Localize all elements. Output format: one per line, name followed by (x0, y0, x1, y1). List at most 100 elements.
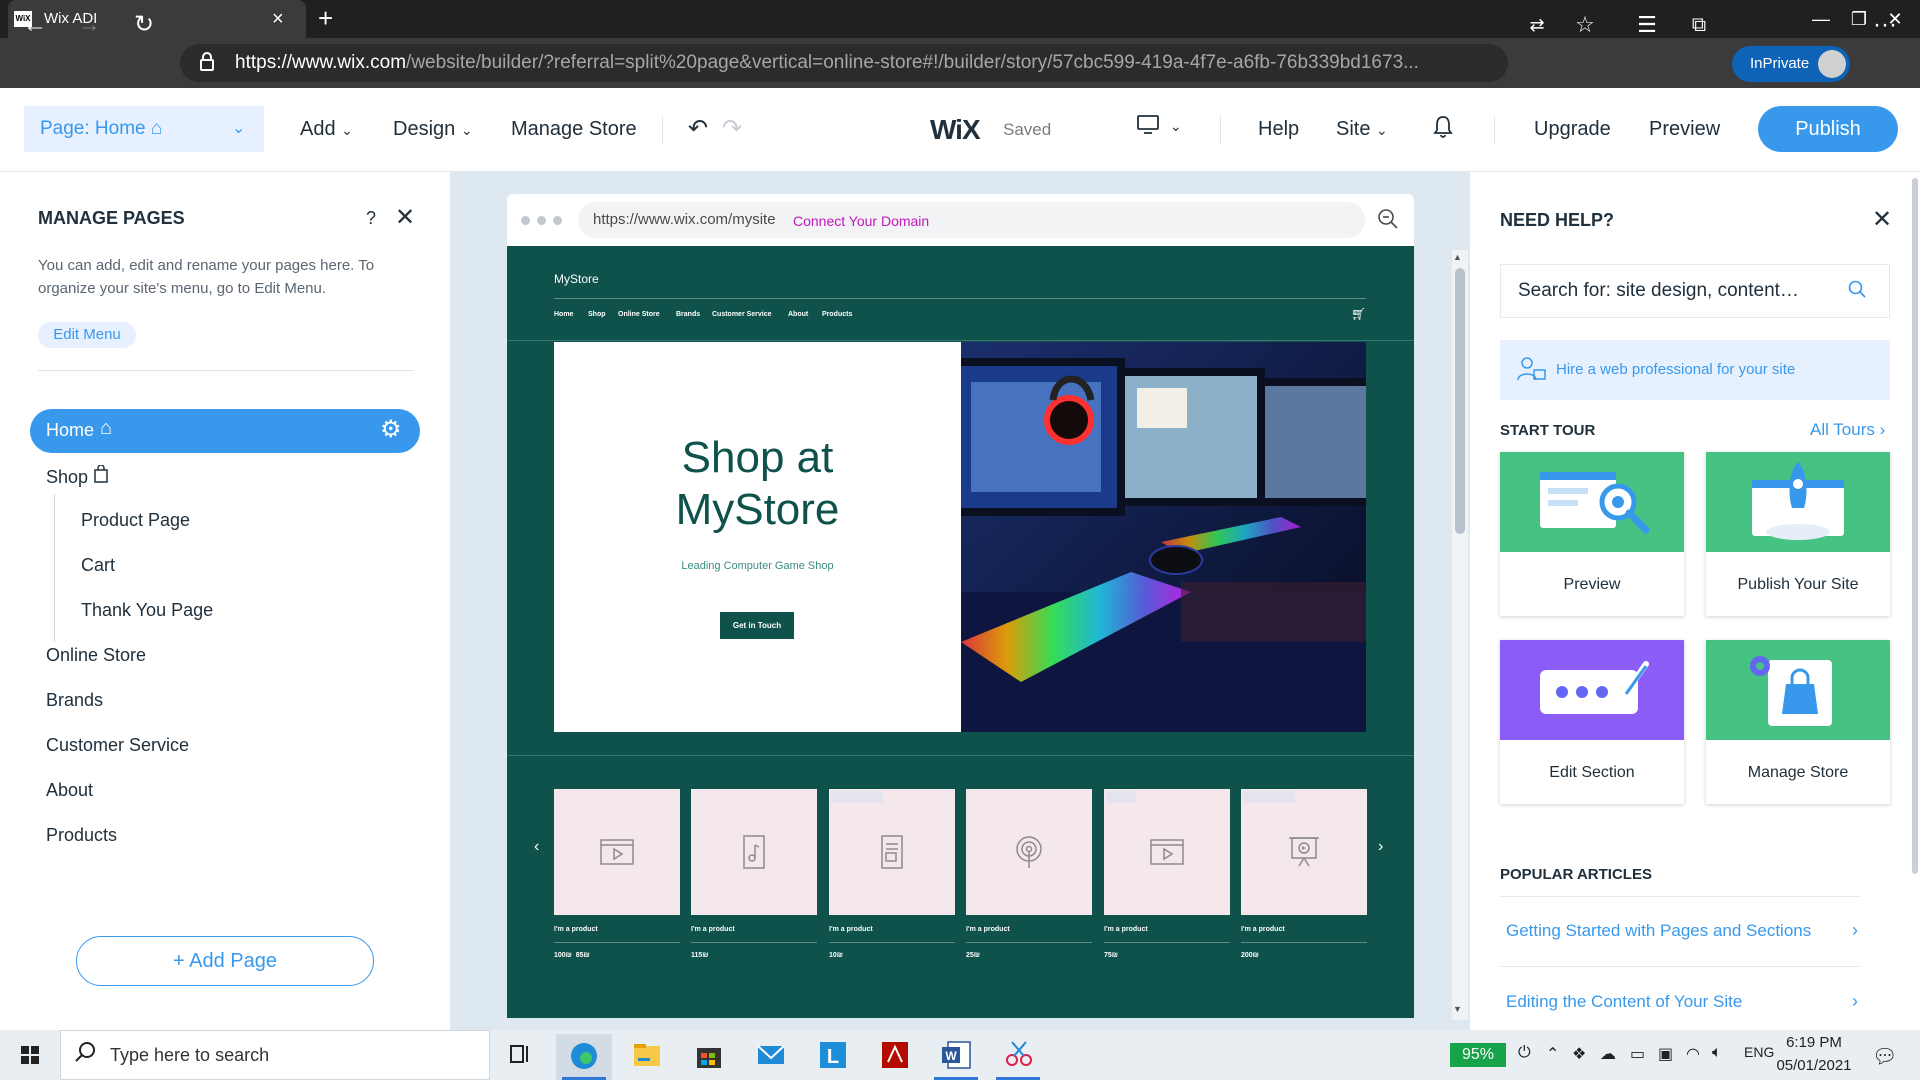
page-item-brands[interactable]: Brands (46, 690, 103, 711)
tour-card-edit-section[interactable]: Edit Section (1500, 640, 1684, 804)
scroll-up-arrow-icon[interactable]: ▲ (1453, 252, 1462, 262)
clock-time[interactable]: 6:19 PM (1774, 1034, 1854, 1051)
hero-subtitle[interactable]: Leading Computer Game Shop (554, 560, 961, 572)
onedrive-cloud-icon[interactable]: ☁ (1600, 1044, 1616, 1064)
get-in-touch-button[interactable]: Get in Touch (720, 612, 794, 639)
favorites-list-icon[interactable]: ☰ (1630, 8, 1664, 42)
page-item-shop[interactable]: Shop (46, 464, 109, 488)
battery-percentage[interactable]: 95% (1450, 1043, 1506, 1067)
site-nav-customer-service[interactable]: Customer Service (712, 311, 772, 318)
tour-card-manage-store[interactable]: Manage Store (1706, 640, 1890, 804)
power-plug-icon[interactable]: ⏻ (1518, 1044, 1531, 1062)
windows-start-icon[interactable] (0, 1030, 60, 1080)
help-search-input[interactable] (1518, 280, 1838, 302)
refresh-icon[interactable]: ↻ (127, 8, 161, 42)
task-view-icon[interactable] (492, 1034, 548, 1080)
favorite-star-icon[interactable]: ☆ (1568, 8, 1602, 42)
site-nav-brands[interactable]: Brands (676, 311, 700, 318)
design-menu[interactable]: Design ⌄ (393, 118, 473, 141)
site-nav-products[interactable]: Products (822, 311, 852, 318)
preview-button[interactable]: Preview (1649, 118, 1720, 141)
action-center-icon[interactable]: 💬︎ (1872, 1044, 1897, 1069)
show-hidden-icons-chevron[interactable]: ⌃ (1546, 1044, 1559, 1064)
search-icon[interactable] (1848, 280, 1866, 303)
dropbox-icon[interactable]: ❖ (1572, 1044, 1586, 1064)
edge-browser-icon[interactable] (556, 1034, 612, 1080)
page-item-product-page[interactable]: Product Page (81, 510, 190, 531)
product-name[interactable]: I'm a product (1104, 926, 1148, 933)
wifi-icon[interactable]: ◠ (1686, 1044, 1700, 1064)
page-item-about[interactable]: About (46, 780, 93, 801)
desktop-view-icon[interactable] (1136, 114, 1160, 142)
translate-icon[interactable]: ⇄ (1520, 8, 1554, 42)
new-tab-icon[interactable]: + (318, 4, 333, 32)
help-menu[interactable]: Help (1258, 118, 1299, 141)
clock-date[interactable]: 05/01/2021 (1764, 1057, 1864, 1074)
close-icon[interactable]: ✕ (1872, 205, 1892, 234)
chevron-down-icon[interactable]: ⌄ (232, 106, 245, 152)
cart-icon[interactable]: 🛒︎ (1351, 307, 1366, 321)
connect-domain-link[interactable]: Connect Your Domain (793, 213, 929, 229)
add-menu[interactable]: Add ⌄ (300, 118, 353, 141)
panel-scroll-thumb[interactable] (1912, 178, 1918, 874)
redo-icon[interactable]: ↷ (722, 114, 742, 143)
page-item-thank-you-page[interactable]: Thank You Page (81, 600, 213, 621)
all-tours-link[interactable]: All Tours › (1810, 420, 1885, 440)
close-icon[interactable]: ✕ (395, 203, 415, 232)
gaming-setup-image[interactable] (961, 342, 1366, 732)
snipping-tool-icon[interactable] (990, 1034, 1046, 1080)
view-chevron-icon[interactable]: ⌄ (1170, 118, 1182, 135)
hero-title[interactable]: Shop at MyStore (554, 432, 961, 536)
site-nav-online-store[interactable]: Online Store (618, 311, 660, 318)
lync-app-icon[interactable]: L (804, 1034, 860, 1080)
mail-icon[interactable] (742, 1034, 798, 1080)
carousel-prev-arrow[interactable]: ‹ (534, 838, 539, 856)
add-page-button[interactable]: + Add Page (76, 936, 374, 986)
page-item-online-store[interactable]: Online Store (46, 645, 146, 666)
page-item-products[interactable]: Products (46, 825, 117, 846)
store-name[interactable]: MyStore (554, 272, 599, 286)
article-link[interactable]: Getting Started with Pages and Sections (1506, 921, 1811, 941)
file-explorer-icon[interactable] (618, 1034, 674, 1080)
profile-avatar[interactable] (1818, 50, 1846, 78)
product-name[interactable]: I'm a product (966, 926, 1010, 933)
tab-close-icon[interactable]: × (272, 7, 284, 31)
word-icon[interactable]: W (928, 1034, 984, 1080)
page-item-cart[interactable]: Cart (81, 555, 115, 576)
forward-icon[interactable]: → (72, 8, 106, 42)
url-text[interactable]: https://www.wix.com/website/builder/?ref… (235, 52, 1505, 74)
article-link[interactable]: Editing the Content of Your Site (1506, 992, 1742, 1012)
site-menu[interactable]: Site ⌄ (1336, 118, 1388, 141)
tour-card-publish[interactable]: Publish Your Site (1706, 452, 1890, 616)
undo-icon[interactable]: ↶ (688, 114, 708, 143)
acrobat-reader-icon[interactable] (866, 1034, 922, 1080)
page-item-customer-service[interactable]: Customer Service (46, 735, 189, 756)
lock-icon[interactable] (196, 52, 218, 74)
settings-gear-icon[interactable]: ⚙ (380, 415, 402, 444)
page-selector[interactable]: Page: Home ⌂ (24, 106, 264, 152)
microsoft-store-icon[interactable] (680, 1034, 736, 1080)
product-name[interactable]: I'm a product (691, 926, 735, 933)
stage-scroll-thumb[interactable] (1455, 268, 1465, 534)
collections-icon[interactable]: ⧉ (1682, 8, 1716, 42)
publish-button[interactable]: Publish (1758, 106, 1898, 152)
scroll-down-arrow-icon[interactable]: ▼ (1453, 1004, 1462, 1014)
product-name[interactable]: I'm a product (554, 926, 598, 933)
tour-card-preview[interactable]: Preview (1500, 452, 1684, 616)
zoom-icon[interactable] (1377, 208, 1399, 236)
volume-icon[interactable]: 🔈︎ (1712, 1044, 1722, 1062)
chevron-right-icon[interactable]: › (1852, 920, 1858, 941)
chevron-right-icon[interactable]: › (1852, 991, 1858, 1012)
back-icon[interactable]: ← (18, 8, 52, 42)
notifications-bell-icon[interactable] (1432, 114, 1454, 146)
product-name[interactable]: I'm a product (829, 926, 873, 933)
manage-store-menu[interactable]: Manage Store (511, 118, 637, 141)
edit-menu-button[interactable]: Edit Menu (38, 322, 136, 348)
site-nav-about[interactable]: About (788, 311, 808, 318)
hire-professional-text[interactable]: Hire a web professional for your site (1556, 361, 1795, 378)
battery-icon[interactable]: ▭ (1630, 1044, 1645, 1064)
more-options-icon[interactable]: ··· (1868, 8, 1902, 42)
site-nav-home[interactable]: Home (554, 311, 573, 318)
carousel-next-arrow[interactable]: › (1378, 838, 1383, 856)
site-nav-shop[interactable]: Shop (588, 311, 606, 318)
